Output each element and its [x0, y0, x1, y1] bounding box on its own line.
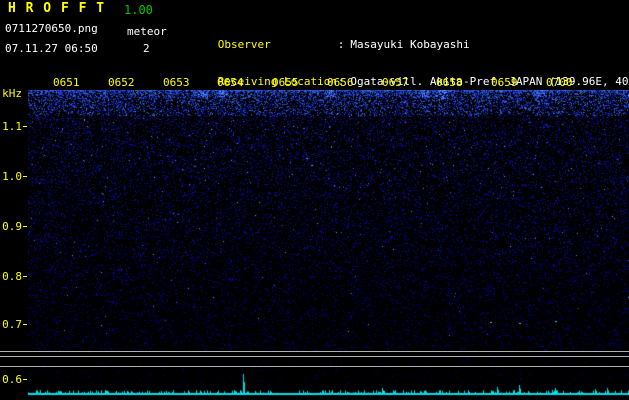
time-tick-label: 0655 — [272, 77, 299, 89]
freq-tick-mark — [23, 379, 27, 380]
time-tick-label: 0653 — [163, 77, 190, 89]
freq-axis-unit: kHz — [2, 88, 22, 100]
freq-tick-label: 0.8 — [2, 271, 22, 283]
info-line-observer: Observer: Masayuki Kobayashi — [178, 27, 629, 40]
separator-line — [0, 351, 629, 352]
info-value: Masayuki Kobayashi — [350, 38, 469, 51]
mode-label: meteor — [127, 26, 167, 38]
freq-tick-label: 1.0 — [2, 171, 22, 183]
freq-tick-label: 0.9 — [2, 221, 22, 233]
datetime-label: 07.11.27 06:50 — [5, 43, 98, 55]
time-tick-label: 0656 — [327, 77, 354, 89]
time-tick-label: 0651 — [53, 77, 80, 89]
freq-tick-mark — [23, 226, 27, 227]
freq-tick-mark — [23, 126, 27, 127]
app-version: 1.00 — [124, 4, 153, 16]
time-tick-label: 0652 — [108, 77, 135, 89]
freq-tick-label: 1.1 — [2, 121, 22, 133]
time-tick-label: 0657 — [382, 77, 409, 89]
freq-tick-mark — [23, 176, 27, 177]
output-filename: 0711270650.png — [5, 23, 98, 35]
separator-line — [0, 366, 629, 367]
time-tick-label: 0659 — [491, 77, 518, 89]
meteor-count: 2 — [143, 43, 150, 55]
freq-tick-label: 0.7 — [2, 319, 22, 331]
time-tick-label: 0700 — [546, 77, 573, 89]
info-separator: : — [338, 38, 345, 51]
time-tick-label: 0654 — [217, 77, 244, 89]
freq-tick-mark — [23, 324, 27, 325]
freq-tick-mark — [23, 276, 27, 277]
app-title: H R O F F T — [8, 3, 105, 15]
freq-tick-label: 0.6 — [2, 374, 22, 386]
separator-line — [0, 356, 629, 357]
info-label: Observer — [218, 39, 338, 51]
hrofft-output-screen: H R O F F T 1.00 0711270650.png meteor 0… — [0, 0, 629, 400]
time-tick-label: 0658 — [436, 77, 463, 89]
